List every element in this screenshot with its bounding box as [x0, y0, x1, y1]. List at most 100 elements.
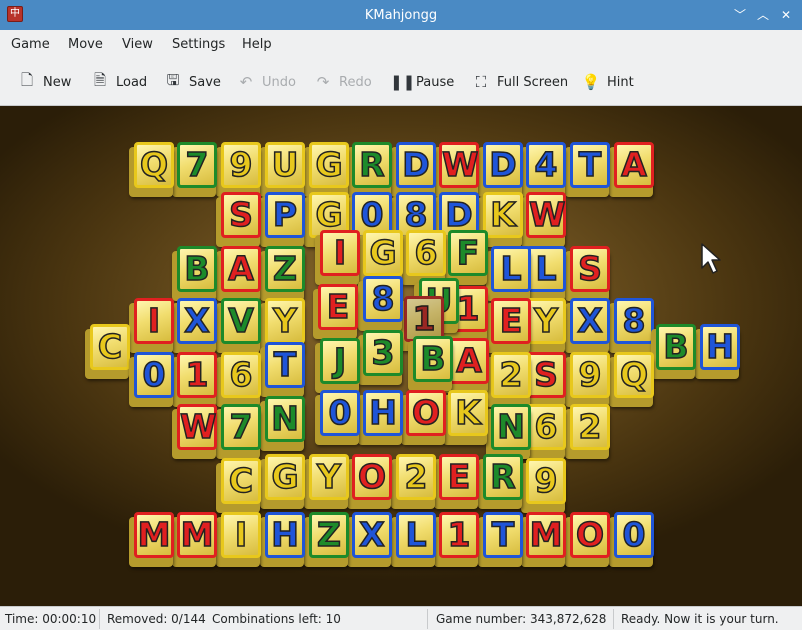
- mahjong-tile[interactable]: S: [565, 246, 614, 301]
- close-icon[interactable]: ✕: [778, 7, 794, 23]
- mahjong-tile[interactable]: N: [486, 404, 535, 459]
- mahjong-tile[interactable]: W: [434, 142, 483, 197]
- mahjong-tile[interactable]: M: [129, 512, 178, 567]
- mahjong-tile[interactable]: 7: [172, 142, 221, 197]
- mahjong-tile[interactable]: L: [486, 246, 535, 301]
- mahjong-tile[interactable]: E: [486, 298, 535, 353]
- mahjong-tile[interactable]: W: [521, 192, 570, 247]
- mahjong-tile[interactable]: 2: [391, 454, 440, 509]
- tile-glyph: M: [529, 514, 563, 555]
- menu-game[interactable]: Game: [11, 37, 50, 52]
- mahjong-tile[interactable]: L: [391, 512, 440, 567]
- title-bar[interactable]: 中 KMahjongg ﹀ ︿ ✕: [0, 0, 802, 30]
- mahjong-tile[interactable]: X: [172, 298, 221, 353]
- menu-move[interactable]: Move: [68, 37, 103, 52]
- minimize-icon[interactable]: ﹀: [732, 7, 748, 23]
- hint-button[interactable]: 💡 Hint: [581, 71, 634, 93]
- mahjong-tile[interactable]: R: [478, 454, 527, 509]
- mahjong-tile[interactable]: Y: [260, 298, 309, 353]
- mahjong-tile[interactable]: 9: [565, 352, 614, 407]
- mahjong-tile[interactable]: N: [260, 396, 309, 451]
- mahjong-tile[interactable]: Y: [304, 454, 353, 509]
- mahjong-tile[interactable]: Z: [260, 246, 309, 301]
- mahjong-tile[interactable]: 1: [434, 512, 483, 567]
- mahjong-tile[interactable]: C: [216, 458, 265, 513]
- tile-glyph: 0: [142, 354, 166, 395]
- mahjong-tile[interactable]: J: [315, 338, 364, 393]
- mahjong-tile[interactable]: X: [565, 298, 614, 353]
- mahjong-tile[interactable]: O: [565, 512, 614, 567]
- mahjong-tile[interactable]: R: [347, 142, 396, 197]
- menu-bar: Game Move View Settings Help: [0, 30, 802, 58]
- mahjong-tile[interactable]: 6: [216, 352, 265, 407]
- mahjong-tile[interactable]: O: [347, 454, 396, 509]
- mahjong-tile[interactable]: I: [129, 298, 178, 353]
- mahjong-tile[interactable]: 9: [216, 142, 265, 197]
- mahjong-tile[interactable]: 8: [358, 276, 407, 331]
- mahjong-tile[interactable]: Z: [304, 512, 353, 567]
- mahjong-tile[interactable]: D: [478, 142, 527, 197]
- fullscreen-button[interactable]: ⛶ Full Screen: [471, 71, 568, 93]
- mahjong-tile[interactable]: 2: [565, 404, 614, 459]
- undo-button[interactable]: ↶ Undo: [236, 71, 296, 93]
- tile-face: C: [90, 324, 130, 370]
- mahjong-tile[interactable]: C: [85, 324, 134, 379]
- mahjong-tile[interactable]: Q: [129, 142, 178, 197]
- menu-view[interactable]: View: [122, 37, 153, 52]
- mahjong-tile[interactable]: T: [478, 512, 527, 567]
- mahjong-tile[interactable]: B: [408, 336, 457, 391]
- mahjong-tile[interactable]: I: [216, 512, 265, 567]
- mahjong-tile[interactable]: 9: [521, 458, 570, 513]
- mahjong-tile[interactable]: F: [443, 230, 492, 285]
- mahjong-tile[interactable]: 0: [315, 390, 364, 445]
- redo-button[interactable]: ↷ Redo: [313, 71, 372, 93]
- tile-glyph: T: [273, 344, 297, 385]
- mahjong-tile[interactable]: M: [521, 512, 570, 567]
- mahjong-tile[interactable]: B: [172, 246, 221, 301]
- mahjong-tile[interactable]: H: [358, 390, 407, 445]
- mahjong-tile[interactable]: G: [260, 454, 309, 509]
- mahjong-tile[interactable]: 7: [216, 404, 265, 459]
- mahjong-tile[interactable]: O: [401, 390, 450, 445]
- mahjong-tile[interactable]: 0: [609, 512, 658, 567]
- mahjong-tile[interactable]: M: [172, 512, 221, 567]
- mahjong-tile[interactable]: E: [313, 284, 362, 339]
- mahjong-tile[interactable]: A: [609, 142, 658, 197]
- mahjong-tile[interactable]: Q: [609, 352, 658, 407]
- mahjong-tile[interactable]: E: [434, 454, 483, 509]
- mahjong-tile[interactable]: 2: [486, 352, 535, 407]
- tile-glyph: D: [489, 144, 518, 185]
- mahjong-tile[interactable]: B: [651, 324, 700, 379]
- mahjong-tile[interactable]: U: [260, 142, 309, 197]
- mahjong-tile[interactable]: 0: [129, 352, 178, 407]
- tile-face: M: [177, 512, 217, 558]
- new-button[interactable]: 🗋 New: [17, 71, 71, 93]
- mahjong-tile[interactable]: 1: [172, 352, 221, 407]
- mahjong-tile[interactable]: W: [172, 404, 221, 459]
- mahjong-tile[interactable]: V: [216, 298, 265, 353]
- game-board[interactable]: Q79UGRDWD4TASPG08DKWBAZIG6FLLSCIXVYE81U1…: [0, 106, 802, 606]
- maximize-icon[interactable]: ︿: [755, 7, 771, 23]
- mahjong-tile[interactable]: S: [216, 192, 265, 247]
- mahjong-tile[interactable]: 6: [401, 230, 450, 285]
- save-button[interactable]: 🖫 Save: [163, 71, 221, 93]
- mahjong-tile[interactable]: G: [358, 230, 407, 285]
- mahjong-tile[interactable]: T: [565, 142, 614, 197]
- mahjong-tile[interactable]: H: [260, 512, 309, 567]
- mahjong-tile[interactable]: X: [347, 512, 396, 567]
- mahjong-tile[interactable]: 3: [358, 330, 407, 385]
- mahjong-tile[interactable]: H: [695, 324, 744, 379]
- mahjong-tile[interactable]: 4: [521, 142, 570, 197]
- mahjong-tile[interactable]: A: [216, 246, 265, 301]
- menu-help[interactable]: Help: [242, 37, 272, 52]
- tile-glyph: 6: [414, 232, 438, 273]
- mahjong-tile[interactable]: D: [391, 142, 440, 197]
- mahjong-tile[interactable]: T: [260, 342, 309, 397]
- mahjong-tile[interactable]: G: [304, 142, 353, 197]
- menu-settings[interactable]: Settings: [172, 37, 225, 52]
- mahjong-tile[interactable]: P: [260, 192, 309, 247]
- mahjong-tile[interactable]: I: [315, 230, 364, 285]
- pause-button[interactable]: ❚❚ Pause: [390, 71, 454, 93]
- mahjong-tile[interactable]: K: [443, 390, 492, 445]
- load-button[interactable]: 🗎 Load: [90, 71, 147, 93]
